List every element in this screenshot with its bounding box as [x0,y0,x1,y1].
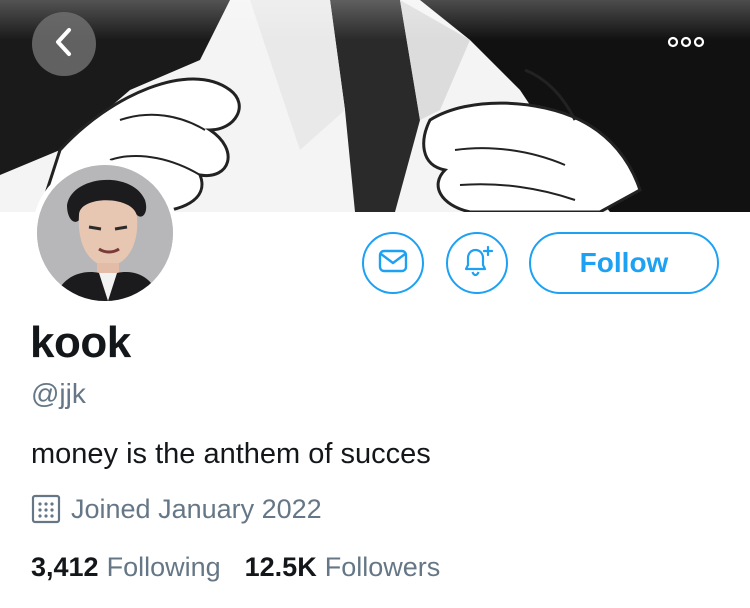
chevron-left-icon [52,27,76,62]
profile-bio: money is the anthem of succes [31,438,431,470]
avatar-image [37,165,173,301]
profile-stats: 3,412 Following 12.5K Followers [31,552,440,583]
more-dots-icon [667,35,705,53]
followers-count: 12.5K [244,552,317,582]
joined-date: Joined January 2022 [31,492,322,526]
message-button[interactable] [362,232,424,294]
follow-button-label: Follow [579,247,669,278]
back-button[interactable] [32,12,96,76]
follow-button[interactable]: Follow [529,232,719,294]
joined-date-text: Joined January 2022 [71,493,322,524]
notifications-button[interactable] [446,232,508,294]
followers-label: Followers [324,552,441,582]
followers-link[interactable]: 12.5K Followers [245,552,441,583]
username-handle: @jjk [31,378,86,409]
avatar[interactable] [32,160,178,306]
calendar-icon [31,494,61,524]
more-options-button[interactable] [660,26,712,62]
following-link[interactable]: 3,412 Following [31,552,221,583]
display-name: kook [30,318,131,367]
following-count: 3,412 [31,552,99,582]
following-label: Following [106,552,221,582]
mail-icon [378,249,408,278]
bell-plus-icon [460,245,494,282]
